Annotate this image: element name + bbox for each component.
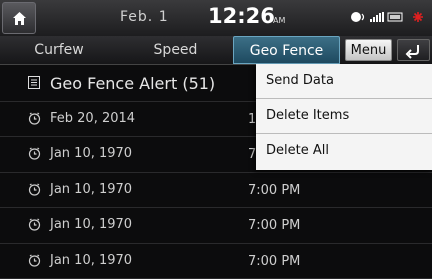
status-time: 12:26: [208, 4, 275, 28]
status-icons: [351, 12, 423, 22]
list-item[interactable]: Jan 10, 1970 7:00 PM: [0, 173, 432, 209]
item-time: 7:00 PM: [248, 218, 301, 234]
list-icon: [28, 76, 40, 89]
back-button[interactable]: [397, 39, 430, 61]
back-arrow-icon: [405, 45, 419, 59]
item-date: Jan 10, 1970: [50, 146, 133, 162]
menu-item-send-data[interactable]: Send Data: [256, 64, 432, 99]
home-button[interactable]: [2, 2, 36, 34]
item-date: Feb 20, 2014: [50, 111, 136, 126]
menu-item-delete-items[interactable]: Delete Items: [256, 99, 432, 134]
status-date: Feb. 1: [120, 9, 169, 25]
lte-icon: [387, 12, 403, 22]
alert-icon: [413, 12, 423, 22]
clock-icon: [28, 183, 41, 196]
item-date: Jan 10, 1970: [50, 252, 133, 268]
list-item[interactable]: Jan 10, 1970 7:00 PM: [0, 244, 432, 279]
item-time: 7:00 PM: [248, 253, 301, 269]
status-ampm: AM: [273, 16, 286, 25]
clock-icon: [28, 218, 41, 231]
item-date: Jan 10, 1970: [50, 217, 133, 233]
tab-speed[interactable]: Speed: [118, 36, 233, 64]
clock-icon: [28, 147, 41, 160]
clock-icon: [28, 254, 41, 267]
menu-item-delete-all[interactable]: Delete All: [256, 134, 432, 169]
bluetooth-phone-icon: [351, 12, 365, 22]
tab-curfew[interactable]: Curfew: [0, 36, 118, 64]
clock-icon: [28, 112, 41, 125]
signal-icon: [370, 12, 384, 22]
menu-button[interactable]: Menu: [345, 39, 392, 61]
list-item[interactable]: Jan 10, 1970 7:00 PM: [0, 208, 432, 244]
tab-geo-fence[interactable]: Geo Fence: [233, 36, 340, 64]
status-bar: Feb. 1 12:26 AM: [0, 0, 432, 36]
menu-dropdown: Send Data Delete Items Delete All: [256, 64, 432, 170]
list-header-label: Geo Fence Alert (51): [50, 74, 216, 93]
item-time: 7:00 PM: [248, 182, 301, 198]
home-icon: [13, 12, 26, 25]
item-date: Jan 10, 1970: [50, 181, 133, 197]
